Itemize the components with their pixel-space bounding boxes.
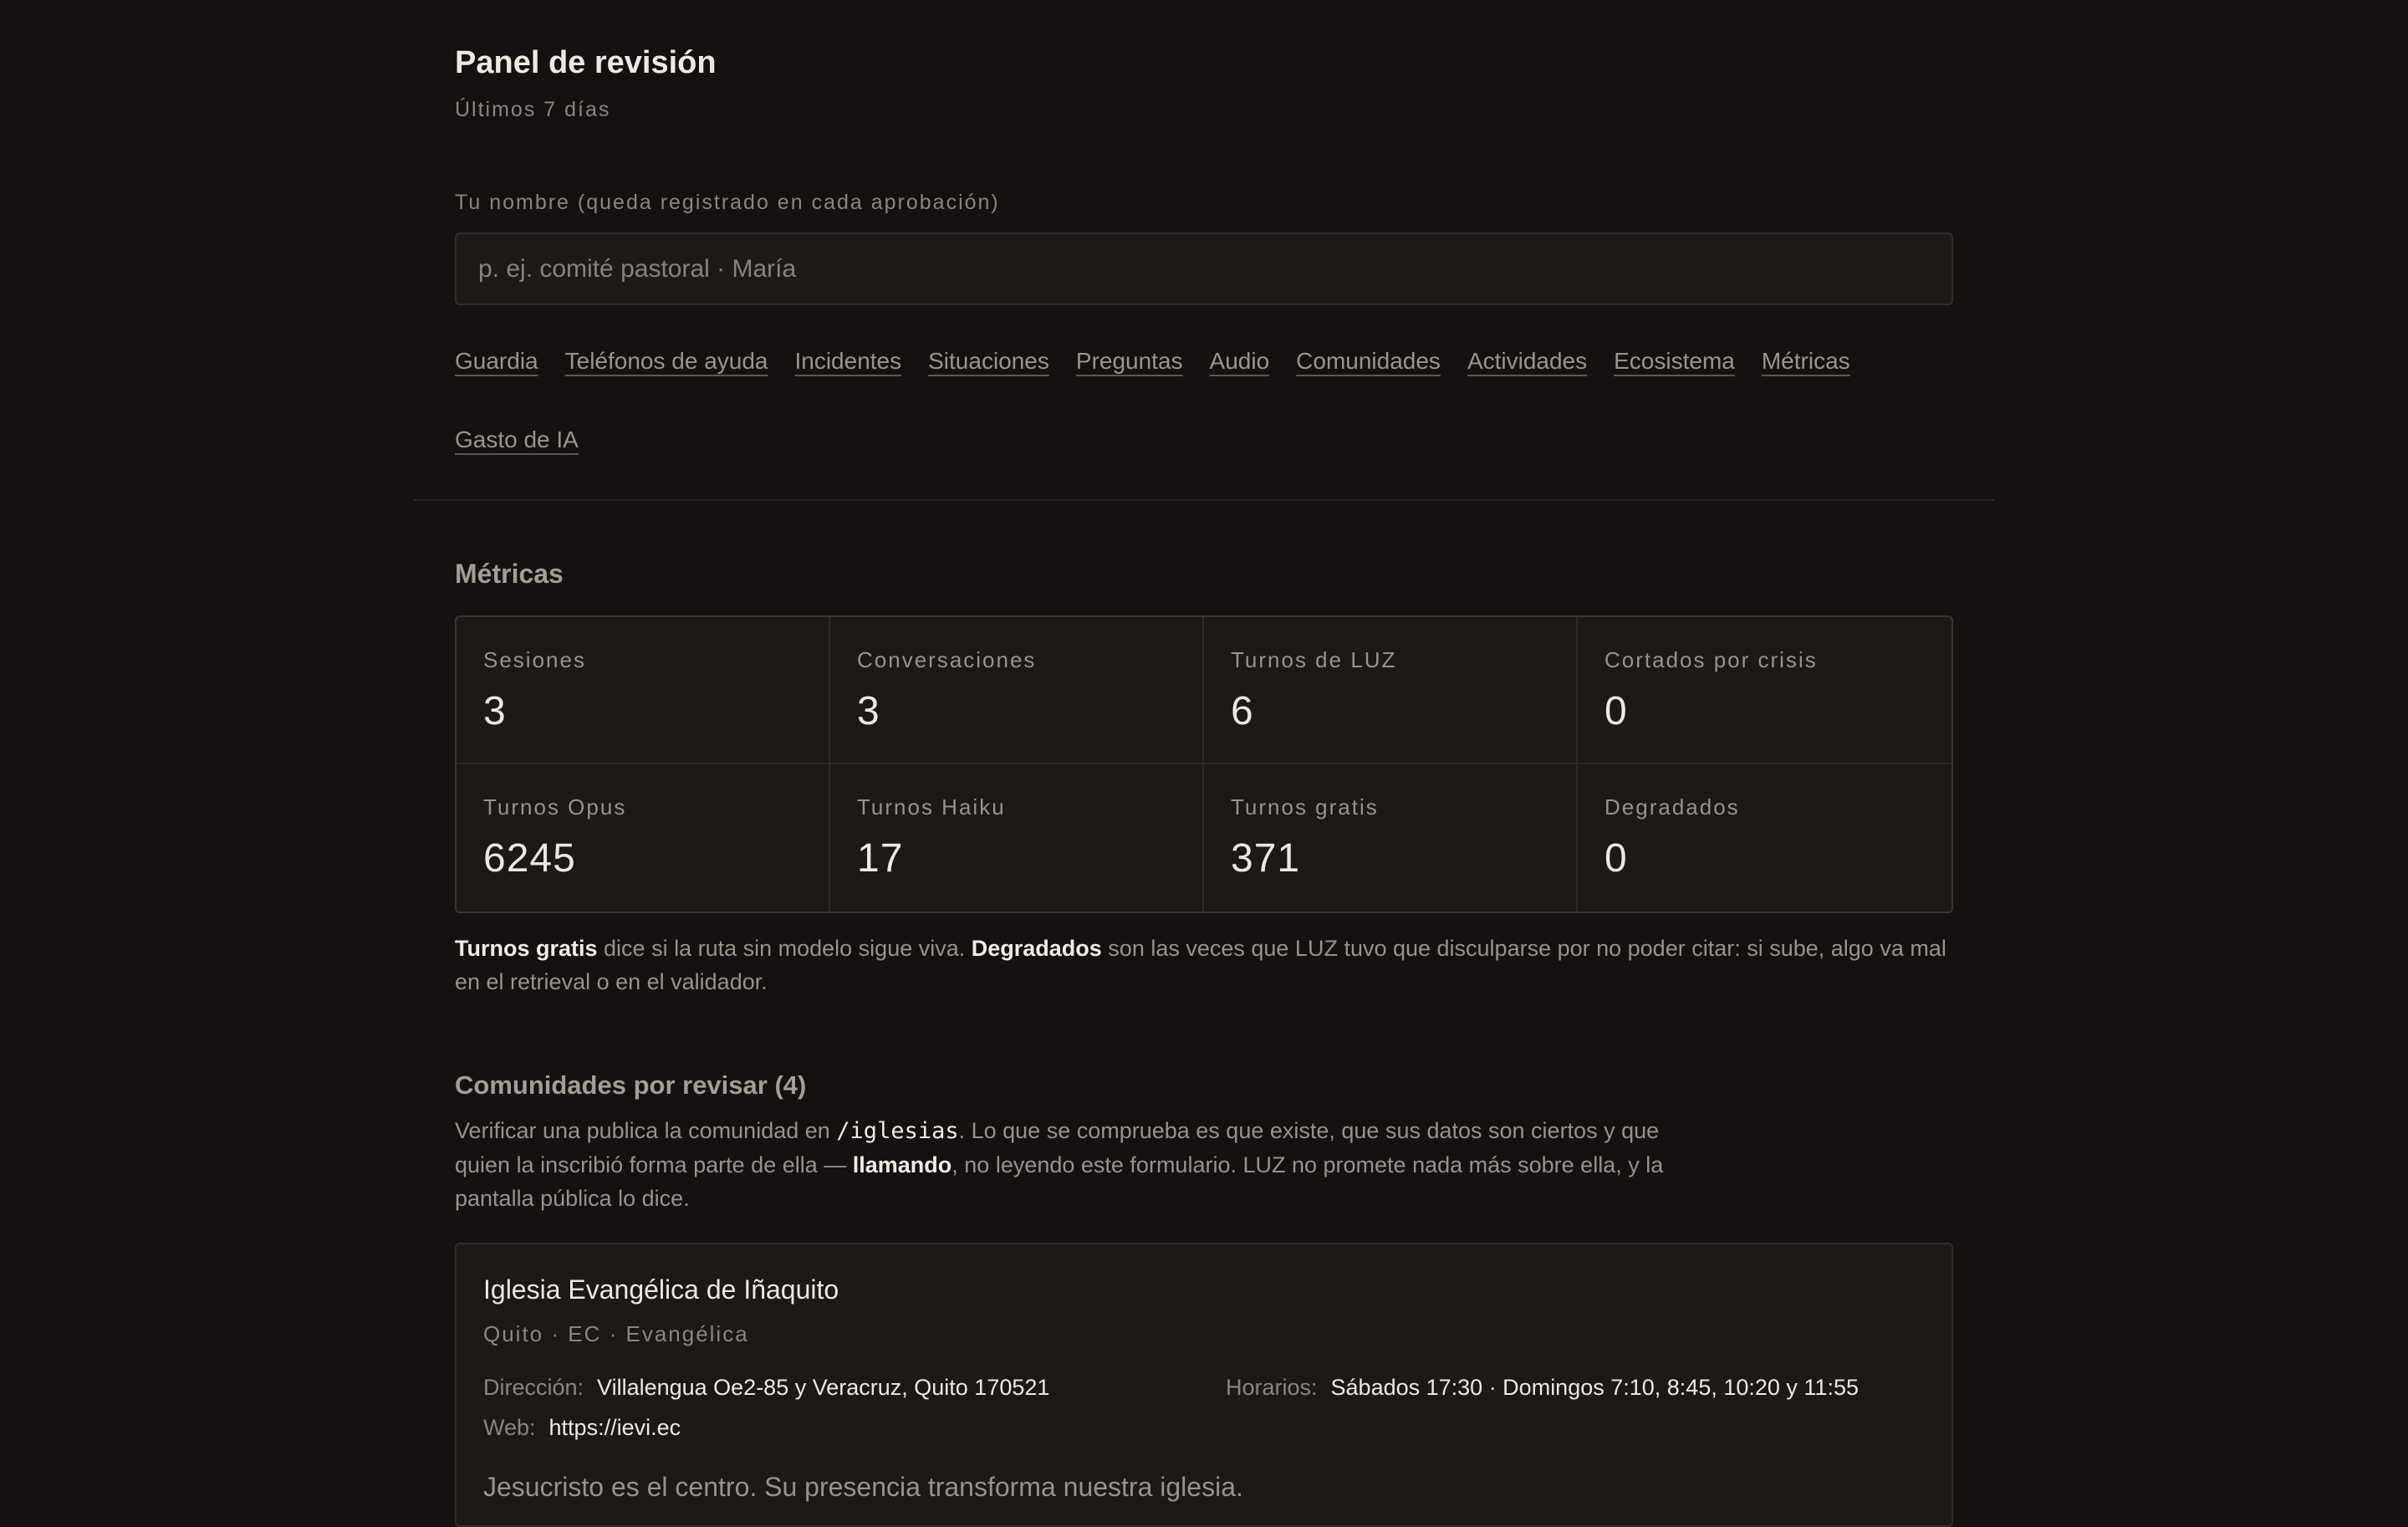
nav-link-telefonos[interactable]: Teléfonos de ayuda <box>565 345 768 378</box>
metrics-grid: Sesiones 3 Conversaciones 3 Turnos de LU… <box>455 615 1953 913</box>
note-bold-turnos-gratis: Turnos gratis <box>455 936 598 961</box>
metric-label: Cortados por crisis <box>1604 647 1818 672</box>
nav-link-gasto-ia[interactable]: Gasto de IA <box>455 423 579 457</box>
page-subtitle: Últimos 7 días <box>455 98 611 121</box>
nav-link-incidentes[interactable]: Incidentes <box>794 345 901 378</box>
metric-turnos-haiku: Turnos Haiku 17 <box>830 764 1204 912</box>
metrics-title: Métricas <box>455 559 564 589</box>
metric-value: 371 <box>1231 836 1301 881</box>
iglesias-path: /iglesias <box>836 1118 959 1144</box>
metric-sesiones: Sesiones 3 <box>457 617 830 764</box>
metric-value: 0 <box>1604 836 1628 881</box>
metric-value: 3 <box>483 689 507 733</box>
metric-label: Turnos de LUZ <box>1231 647 1397 672</box>
metric-value: 6 <box>1231 689 1254 733</box>
metric-label: Turnos Haiku <box>857 794 1006 820</box>
reviewer-name-input[interactable] <box>455 232 1953 305</box>
communities-title: Comunidades por revisar (4) <box>455 1070 807 1100</box>
metric-value: 3 <box>857 689 880 733</box>
metric-turnos-opus: Turnos Opus 6245 <box>457 764 830 912</box>
section-nav: Guardia Teléfonos de ayuda Incidentes Si… <box>455 345 1953 457</box>
metric-turnos-gratis: Turnos gratis 371 <box>1204 764 1578 912</box>
nav-link-preguntas[interactable]: Preguntas <box>1076 345 1183 378</box>
nav-link-audio[interactable]: Audio <box>1210 345 1270 378</box>
intro-text: Verificar una publica la comunidad en <box>455 1118 837 1143</box>
name-field-label: Tu nombre (queda registrado en cada apro… <box>455 191 1000 214</box>
nav-link-guardia[interactable]: Guardia <box>455 345 538 378</box>
intro-bold: llamando <box>852 1152 952 1177</box>
community-description: Jesucristo es el centro. Su presencia tr… <box>483 1472 1243 1502</box>
note-text: dice si la ruta sin modelo sigue viva. <box>597 936 972 961</box>
page-title: Panel de revisión <box>455 45 717 80</box>
nav-link-comunidades[interactable]: Comunidades <box>1296 345 1441 378</box>
metric-value: 0 <box>1604 689 1628 733</box>
note-bold-degradados: Degradados <box>971 936 1102 961</box>
metric-label: Sesiones <box>483 647 586 672</box>
nav-link-situaciones[interactable]: Situaciones <box>928 345 1049 378</box>
metric-label: Turnos Opus <box>483 794 627 820</box>
metric-label: Turnos gratis <box>1231 794 1379 820</box>
metric-value: 17 <box>857 836 904 881</box>
metric-label: Conversaciones <box>857 647 1037 672</box>
metrics-note: Turnos gratis dice si la ruta sin modelo… <box>455 932 1953 998</box>
community-meta: Quito · EC · Evangélica <box>483 1321 749 1346</box>
nav-link-metricas[interactable]: Métricas <box>1762 345 1850 378</box>
section-divider <box>413 499 1995 501</box>
address-value: Villalengua Oe2-85 y Veracruz, Quito 170… <box>597 1375 1050 1400</box>
community-card: Iglesia Evangélica de Iñaquito Quito · E… <box>455 1243 1953 1527</box>
metric-label: Degradados <box>1604 794 1740 820</box>
community-hours: Horarios: Sábados 17:30 · Domingos 7:10, … <box>1226 1375 1859 1401</box>
metric-turnos-luz: Turnos de LUZ 6 <box>1204 617 1578 764</box>
metric-value: 6245 <box>483 836 576 881</box>
address-label: Dirección: <box>483 1375 584 1400</box>
hours-label: Horarios: <box>1226 1375 1318 1400</box>
metric-cortados-crisis: Cortados por crisis 0 <box>1578 617 1951 764</box>
nav-link-ecosistema[interactable]: Ecosistema <box>1614 345 1735 378</box>
nav-link-actividades[interactable]: Actividades <box>1467 345 1587 378</box>
community-address: Dirección: Villalengua Oe2-85 y Veracruz,… <box>483 1375 1049 1401</box>
web-value: https://ievi.ec <box>548 1415 681 1440</box>
web-label: Web: <box>483 1415 536 1440</box>
metric-conversaciones: Conversaciones 3 <box>830 617 1204 764</box>
hours-value: Sábados 17:30 · Domingos 7:10, 8:45, 10:… <box>1330 1375 1859 1400</box>
community-web: Web: https://ievi.ec <box>483 1415 681 1441</box>
community-name: Iglesia Evangélica de Iñaquito <box>483 1274 839 1305</box>
communities-intro: Verificar una publica la comunidad en /i… <box>455 1114 1667 1215</box>
metric-degradados: Degradados 0 <box>1578 764 1951 912</box>
